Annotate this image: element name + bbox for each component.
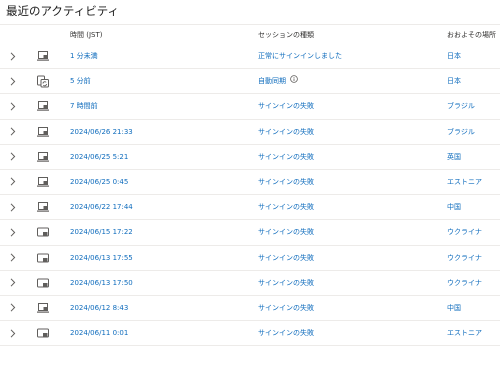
activity-time-link[interactable]: 2024/06/12 8:43 xyxy=(70,296,128,320)
session-type[interactable]: サインインの失敗 xyxy=(258,220,314,244)
session-type-label: サインインの失敗 xyxy=(258,278,314,287)
session-type[interactable]: サインインの失敗 xyxy=(258,195,314,219)
activity-list: 1 分未満 正常にサインインしました 日本 5 分前 自動同期 日本 7 時間前 サインインの… xyxy=(0,44,500,347)
activity-time-link[interactable]: 2024/06/13 17:55 xyxy=(70,246,133,270)
session-type-label: サインインの失敗 xyxy=(258,152,314,161)
session-type-label: サインインの失敗 xyxy=(258,253,314,262)
activity-time-link[interactable]: 7 時間前 xyxy=(70,94,98,118)
expand-chevron-icon[interactable] xyxy=(9,170,17,194)
title-divider xyxy=(0,24,500,25)
location-link[interactable]: 中国 xyxy=(447,195,461,219)
location-link[interactable]: エストニア xyxy=(447,321,482,345)
location-link[interactable]: ウクライナ xyxy=(447,220,482,244)
laptop-device-icon xyxy=(35,170,51,194)
activity-section-title: 最近のアクティビティ xyxy=(6,4,120,18)
activity-row[interactable]: 2024/06/26 21:33 サインインの失敗 ブラジル xyxy=(0,120,500,145)
activity-time-link[interactable]: 2024/06/26 21:33 xyxy=(70,120,133,144)
activity-time-link[interactable]: 2024/06/25 5:21 xyxy=(70,145,128,169)
activity-time-link[interactable]: 2024/06/11 0:01 xyxy=(70,321,128,345)
session-type-label: サインインの失敗 xyxy=(258,102,314,111)
session-type-label: サインインの失敗 xyxy=(258,203,314,212)
location-link[interactable]: 中国 xyxy=(447,296,461,320)
session-type-label: サインインの失敗 xyxy=(258,228,314,237)
column-header-location: おおよその場所 xyxy=(447,31,496,39)
session-type[interactable]: サインインの失敗 xyxy=(258,246,314,270)
session-type-label: サインインの失敗 xyxy=(258,177,314,186)
session-type[interactable]: サインインの失敗 xyxy=(258,321,314,345)
activity-row[interactable]: 7 時間前 サインインの失敗 ブラジル xyxy=(0,94,500,120)
session-type-label: 自動同期 xyxy=(258,77,286,86)
location-link[interactable]: ブラジル xyxy=(447,120,475,144)
laptop-device-icon xyxy=(35,296,51,320)
session-type-label: サインインの失敗 xyxy=(258,329,314,338)
session-type[interactable]: 正常にサインインしました xyxy=(258,44,342,68)
activity-row[interactable]: 2024/06/15 17:22 サインインの失敗 ウクライナ xyxy=(0,220,500,246)
session-type-label: サインインの失敗 xyxy=(258,127,314,136)
session-type-label: サインインの失敗 xyxy=(258,303,314,312)
session-type[interactable]: サインインの失敗 xyxy=(258,94,314,118)
tablet-device-icon xyxy=(35,321,51,345)
activity-time-link[interactable]: 1 分未満 xyxy=(70,44,98,68)
expand-chevron-icon[interactable] xyxy=(9,120,17,144)
location-link[interactable]: 日本 xyxy=(447,69,461,93)
laptop-device-icon xyxy=(35,44,51,68)
activity-row[interactable]: 2024/06/12 8:43 サインインの失敗 中国 xyxy=(0,296,500,322)
location-link[interactable]: ウクライナ xyxy=(447,271,482,295)
activity-time-link[interactable]: 2024/06/22 17:44 xyxy=(70,195,133,219)
session-type[interactable]: サインインの失敗 xyxy=(258,145,314,169)
activity-row[interactable]: 2024/06/13 17:50 サインインの失敗 ウクライナ xyxy=(0,271,500,296)
activity-time-link[interactable]: 5 分前 xyxy=(70,69,91,93)
expand-chevron-icon[interactable] xyxy=(9,220,17,244)
session-type[interactable]: サインインの失敗 xyxy=(258,296,314,320)
expand-chevron-icon[interactable] xyxy=(9,271,17,295)
laptop-device-icon xyxy=(35,120,51,144)
activity-row[interactable]: 2024/06/13 17:55 サインインの失敗 ウクライナ xyxy=(0,246,500,271)
session-type[interactable]: サインインの失敗 xyxy=(258,271,314,295)
session-type[interactable]: サインインの失敗 xyxy=(258,120,314,144)
laptop-device-icon xyxy=(35,145,51,169)
location-link[interactable]: ウクライナ xyxy=(447,246,482,270)
expand-chevron-icon[interactable] xyxy=(9,195,17,219)
sync-device-icon xyxy=(35,69,51,93)
expand-chevron-icon[interactable] xyxy=(9,94,17,118)
session-type[interactable]: 自動同期 xyxy=(258,69,298,93)
tablet-device-icon xyxy=(35,271,51,295)
activity-row[interactable]: 2024/06/22 17:44 サインインの失敗 中国 xyxy=(0,195,500,221)
expand-chevron-icon[interactable] xyxy=(9,296,17,320)
activity-row[interactable]: 2024/06/25 5:21 サインインの失敗 英国 xyxy=(0,145,500,170)
laptop-device-icon xyxy=(35,94,51,118)
info-icon[interactable] xyxy=(290,69,298,93)
laptop-device-icon xyxy=(35,195,51,219)
location-link[interactable]: エストニア xyxy=(447,170,482,194)
location-link[interactable]: 英国 xyxy=(447,145,461,169)
expand-chevron-icon[interactable] xyxy=(9,246,17,270)
location-link[interactable]: 日本 xyxy=(447,44,461,68)
activity-row[interactable]: 5 分前 自動同期 日本 xyxy=(0,69,500,95)
expand-chevron-icon[interactable] xyxy=(9,321,17,345)
activity-row[interactable]: 2024/06/25 0:45 サインインの失敗 エストニア xyxy=(0,170,500,196)
session-type[interactable]: サインインの失敗 xyxy=(258,170,314,194)
expand-chevron-icon[interactable] xyxy=(9,145,17,169)
tablet-device-icon xyxy=(35,246,51,270)
activity-time-link[interactable]: 2024/06/25 0:45 xyxy=(70,170,128,194)
activity-time-link[interactable]: 2024/06/15 17:22 xyxy=(70,220,133,244)
column-header-time: 時間 (JST) xyxy=(70,31,103,39)
location-link[interactable]: ブラジル xyxy=(447,94,475,118)
activity-row[interactable]: 1 分未満 正常にサインインしました 日本 xyxy=(0,44,500,70)
column-header-session: セッションの種類 xyxy=(258,31,314,39)
activity-row[interactable]: 2024/06/11 0:01 サインインの失敗 エストニア xyxy=(0,321,500,347)
expand-chevron-icon[interactable] xyxy=(9,69,17,93)
tablet-device-icon xyxy=(35,220,51,244)
expand-chevron-icon[interactable] xyxy=(9,44,17,68)
session-type-label: 正常にサインインしました xyxy=(258,52,342,60)
activity-time-link[interactable]: 2024/06/13 17:50 xyxy=(70,271,133,295)
